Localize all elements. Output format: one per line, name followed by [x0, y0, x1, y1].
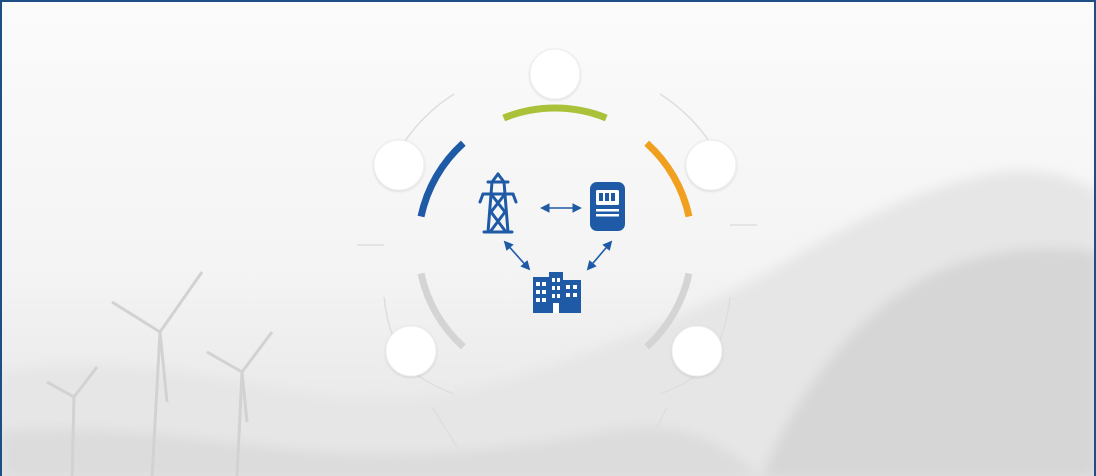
node-circle-top: [529, 48, 581, 100]
node-circle-upper-left: [373, 139, 425, 191]
node-circle-lower-right: [671, 325, 723, 377]
meter-icon: [590, 182, 625, 231]
slide-frame: [0, 0, 1096, 476]
node-circle-lower-left: [385, 325, 437, 377]
node-circle-upper-right: [685, 139, 737, 191]
diagram-canvas: [2, 2, 1094, 476]
